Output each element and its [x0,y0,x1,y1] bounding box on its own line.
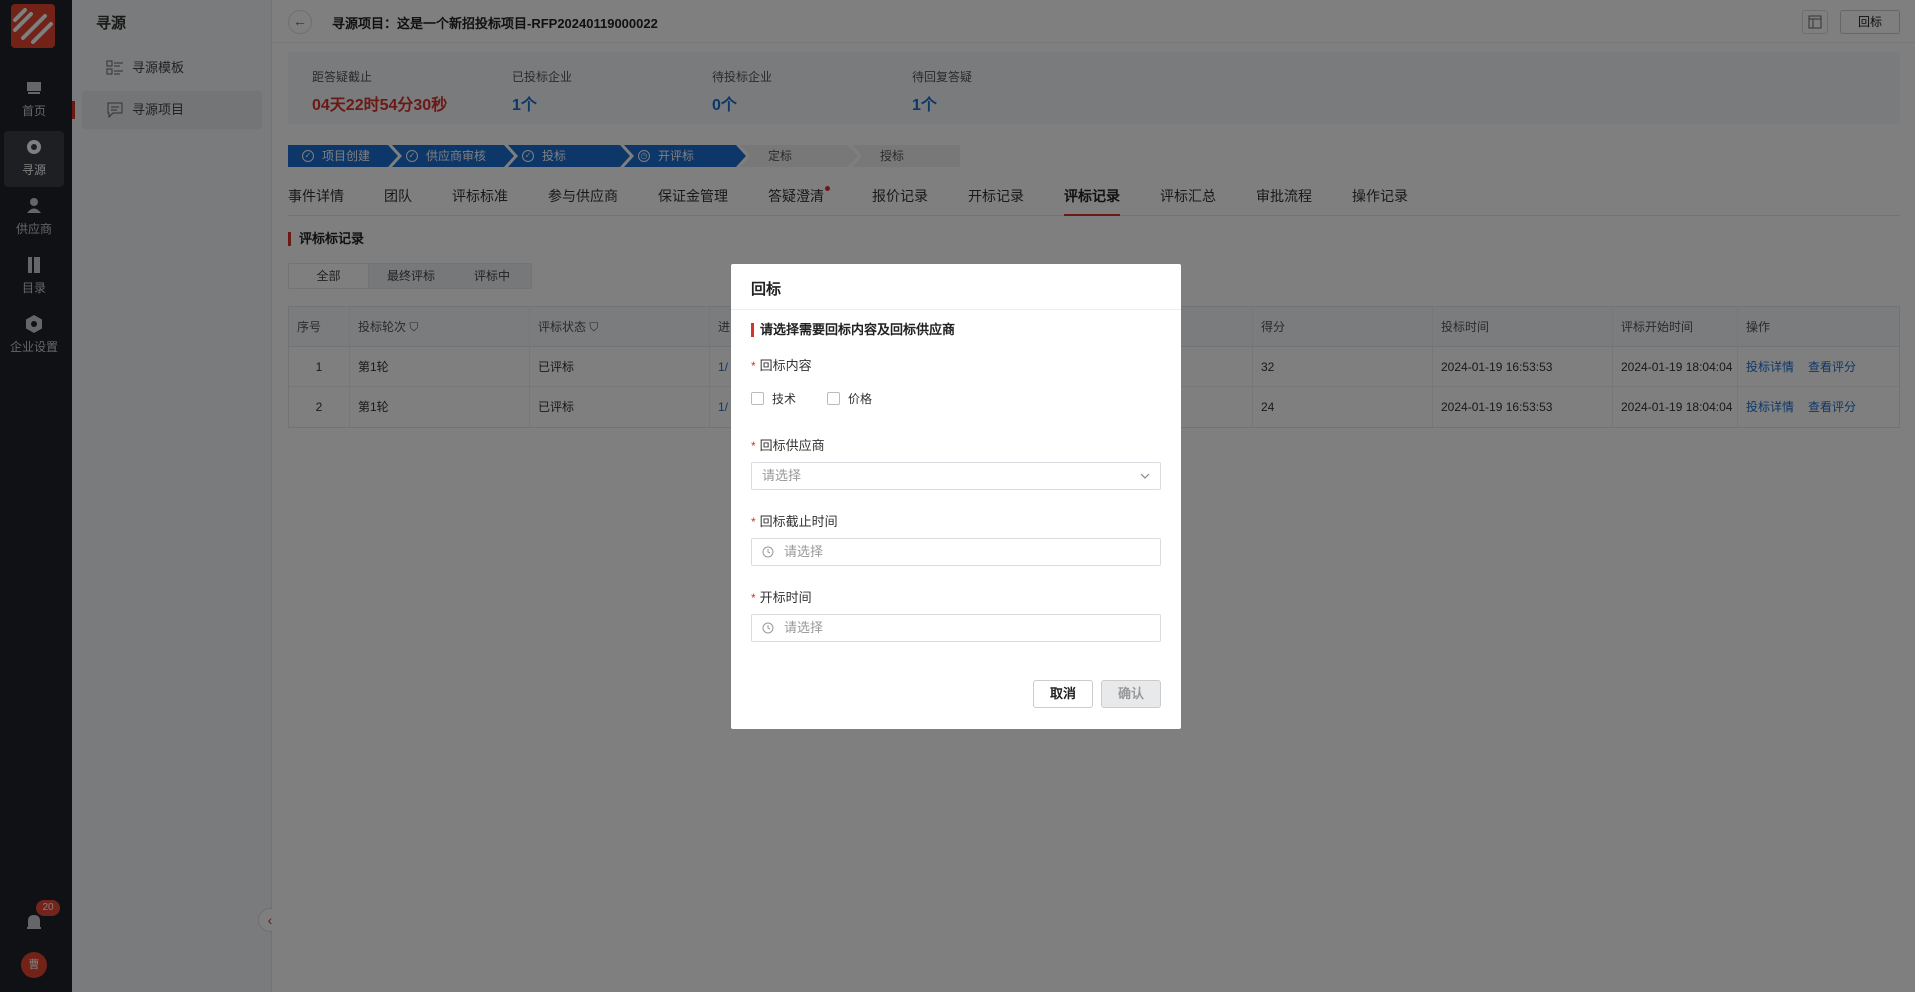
return-bid-dialog: 回标 请选择需要回标内容及回标供应商 * 回标内容 技术 价格 * 回标供应商 请选… [731,264,1181,729]
checkbox-label: 技术 [772,392,797,406]
content-field-label: * 回标内容 [751,355,812,374]
label-text: 回标供应商 [759,438,825,453]
dialog-title: 回标 [751,281,782,298]
deadline-datetime-picker[interactable]: 请选择 [751,538,1161,566]
open-time-datetime-picker[interactable]: 请选择 [751,614,1161,642]
deadline-field-label: * 回标截止时间 [751,511,838,530]
checkbox-label: 价格 [848,392,873,406]
required-mark: * [751,439,756,453]
label-text: 回标内容 [759,358,812,373]
confirm-button[interactable]: 确认 [1101,680,1161,708]
required-mark: * [751,359,756,373]
picker-placeholder: 请选择 [784,544,824,559]
label-text: 回标截止时间 [759,514,838,529]
checkbox-box[interactable] [751,392,764,405]
divider [731,309,1181,310]
dialog-subtitle: 请选择需要回标内容及回标供应商 [751,323,955,337]
clock-icon [762,622,774,634]
supplier-select[interactable]: 请选择 [751,462,1161,490]
checkbox-box[interactable] [827,392,840,405]
supplier-field-label: * 回标供应商 [751,435,825,454]
cancel-button[interactable]: 取消 [1033,680,1093,708]
app-root: 首页 寻源 供应商 目录 企业设置 20 曹 寻源 寻源模板 寻源项 [0,0,1915,992]
label-text: 开标时间 [759,590,812,605]
checkbox-price[interactable]: 价格 [827,390,872,407]
clock-icon [762,546,774,558]
open-time-field-label: * 开标时间 [751,587,812,606]
required-mark: * [751,591,756,605]
select-placeholder: 请选择 [762,468,802,483]
required-mark: * [751,515,756,529]
checkbox-technical[interactable]: 技术 [751,390,796,407]
chevron-down-icon [1140,473,1150,479]
picker-placeholder: 请选择 [784,620,824,635]
